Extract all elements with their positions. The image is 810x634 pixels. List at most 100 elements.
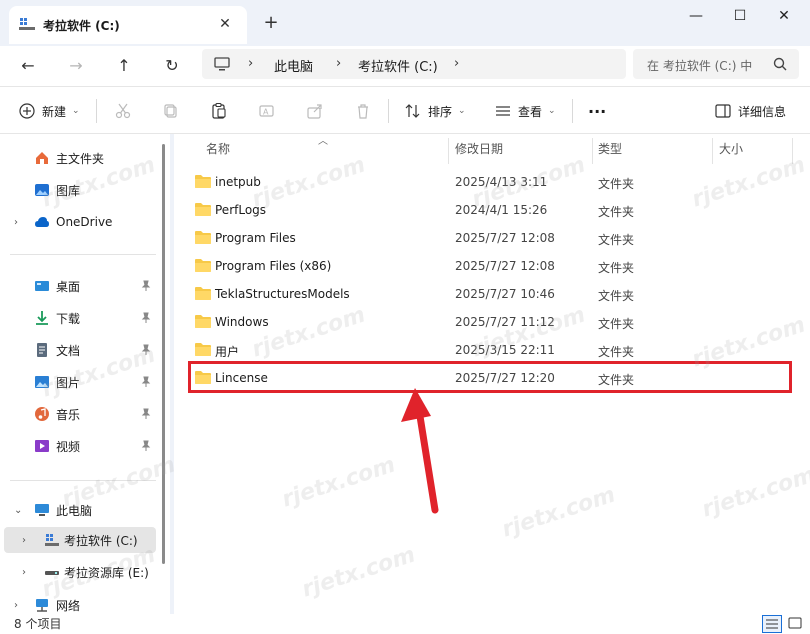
column-header-name[interactable]: 名称 [206, 134, 230, 164]
breadcrumb-drive-c[interactable]: 考拉软件 (C:) [358, 56, 438, 75]
sidebar-label: 文档 [56, 343, 81, 358]
new-button[interactable]: 新建 ⌄ [18, 97, 80, 125]
details-view-button[interactable] [762, 615, 782, 633]
sidebar-item-videos[interactable]: 视频 [4, 433, 156, 459]
title-bar: 考拉软件 (C:) ✕ + — ☐ ✕ [0, 0, 810, 46]
sidebar-item-music[interactable]: 音乐 [4, 401, 156, 427]
forward-arrow-icon[interactable]: → [62, 53, 90, 79]
sidebar-label: 桌面 [56, 279, 81, 294]
rename-button[interactable]: A [258, 97, 276, 125]
column-divider[interactable] [792, 138, 793, 164]
sidebar-item-downloads[interactable]: 下载 [4, 305, 156, 331]
file-type: 文件夹 [598, 233, 635, 247]
chevron-right-icon[interactable]: › [336, 56, 341, 71]
pin-icon[interactable] [140, 440, 152, 452]
pin-icon[interactable] [140, 280, 152, 292]
sort-button[interactable]: 排序 ⌄ [404, 97, 466, 125]
file-row[interactable]: Program Files (x86) 2025/7/27 12:08 文件夹 [188, 252, 792, 280]
minimize-button[interactable]: — [676, 4, 716, 28]
close-button[interactable]: ✕ [764, 4, 804, 28]
cloud-icon [35, 217, 49, 227]
new-tab-button[interactable]: + [260, 12, 282, 34]
breadcrumb-this-pc[interactable]: 此电脑 [274, 56, 313, 75]
sidebar-item-drive-e[interactable]: › 考拉资源库 (E:) [4, 559, 156, 585]
column-divider[interactable] [448, 138, 449, 164]
file-type: 文件夹 [598, 261, 635, 275]
details-pane-button[interactable]: 详细信息 [714, 97, 786, 125]
list-view-icon [766, 619, 778, 629]
sidebar-item-onedrive[interactable]: › OneDrive [4, 209, 156, 235]
red-arrow-annotation [401, 388, 439, 514]
refresh-icon[interactable]: ↻ [158, 53, 186, 79]
more-label: ··· [588, 101, 607, 121]
chevron-right-icon[interactable]: › [14, 217, 18, 228]
file-type: 文件夹 [598, 205, 635, 219]
pin-icon[interactable] [140, 376, 152, 388]
folder-icon [195, 203, 211, 216]
tiles-view-button[interactable] [786, 615, 806, 633]
pin-icon[interactable] [140, 408, 152, 420]
pin-icon[interactable] [140, 312, 152, 324]
sidebar-item-documents[interactable]: 文档 [4, 337, 156, 363]
download-icon [36, 311, 48, 325]
back-arrow-icon[interactable]: ← [14, 53, 42, 79]
sidebar-label: 音乐 [56, 407, 81, 422]
rename-icon: A [259, 105, 274, 117]
more-options-button[interactable]: ··· [588, 97, 606, 125]
file-row[interactable]: 用户 2025/3/15 22:11 文件夹 [188, 336, 792, 364]
trash-icon [358, 104, 368, 119]
file-type: 文件夹 [598, 289, 635, 303]
column-header-modified[interactable]: 修改日期 [455, 134, 503, 164]
search-input[interactable]: 在 考拉软件 (C:) 中 [647, 57, 777, 74]
column-header-type[interactable]: 类型 [598, 134, 622, 164]
maximize-button[interactable]: ☐ [720, 4, 760, 28]
sidebar-item-home[interactable]: 主文件夹 [4, 145, 156, 171]
file-type: 文件夹 [598, 177, 635, 191]
sidebar-scrollbar[interactable] [162, 144, 165, 564]
delete-button[interactable] [354, 97, 372, 125]
chevron-right-icon[interactable]: › [454, 56, 459, 71]
sidebar-item-drive-c[interactable]: › 考拉软件 (C:) [4, 527, 156, 553]
column-divider[interactable] [592, 138, 593, 164]
chevron-right-icon[interactable]: › [248, 56, 253, 71]
file-row[interactable]: Windows 2025/7/27 11:12 文件夹 [188, 308, 792, 336]
tab-title: 考拉软件 (C:) [43, 19, 120, 33]
chevron-down-icon: ⌄ [548, 106, 556, 116]
tab-close-icon[interactable]: ✕ [215, 14, 235, 34]
file-row[interactable]: inetpub 2025/4/13 3:11 文件夹 [188, 168, 792, 196]
search-icon[interactable] [773, 57, 787, 71]
address-bar[interactable]: › 此电脑 › 考拉软件 (C:) › [202, 49, 626, 79]
music-icon [35, 407, 49, 421]
pin-icon[interactable] [140, 344, 152, 356]
view-button[interactable]: 查看 ⌄ [494, 97, 556, 125]
chevron-right-icon[interactable]: › [22, 535, 26, 546]
sidebar-item-desktop[interactable]: 桌面 [4, 273, 156, 299]
share-button[interactable] [306, 97, 324, 125]
column-header-size[interactable]: 大小 [719, 134, 743, 164]
file-row[interactable]: Program Files 2025/7/27 12:08 文件夹 [188, 224, 792, 252]
search-box[interactable]: 在 考拉软件 (C:) 中 [633, 49, 799, 79]
up-arrow-icon[interactable]: ↑ [110, 53, 138, 79]
toolbar-divider [572, 99, 573, 123]
chevron-right-icon[interactable]: › [14, 600, 18, 611]
chevron-right-icon[interactable]: › [22, 567, 26, 578]
tab-current[interactable]: 考拉软件 (C:) ✕ [9, 6, 247, 44]
chevron-down-icon[interactable]: ⌄ [14, 505, 22, 516]
file-row[interactable]: TeklaStructuresModels 2025/7/27 10:46 文件夹 [188, 280, 792, 308]
file-modified: 2025/7/27 10:46 [455, 287, 555, 301]
sidebar-label: OneDrive [56, 215, 113, 229]
file-modified: 2025/4/13 3:11 [455, 175, 548, 189]
sidebar-item-gallery[interactable]: 图库 [4, 177, 156, 203]
sidebar-item-this-pc[interactable]: ⌄ 此电脑 [4, 497, 156, 523]
sort-icon [405, 104, 420, 118]
copy-button[interactable] [162, 97, 180, 125]
paste-button[interactable] [210, 97, 228, 125]
network-icon [36, 599, 48, 612]
cut-button[interactable] [114, 97, 132, 125]
new-label: 新建 [42, 104, 67, 119]
column-divider[interactable] [712, 138, 713, 164]
file-row[interactable]: PerfLogs 2024/4/1 15:26 文件夹 [188, 196, 792, 224]
share-icon [307, 104, 322, 119]
sidebar-item-pictures[interactable]: 图片 [4, 369, 156, 395]
chevron-down-icon: ⌄ [458, 106, 466, 116]
